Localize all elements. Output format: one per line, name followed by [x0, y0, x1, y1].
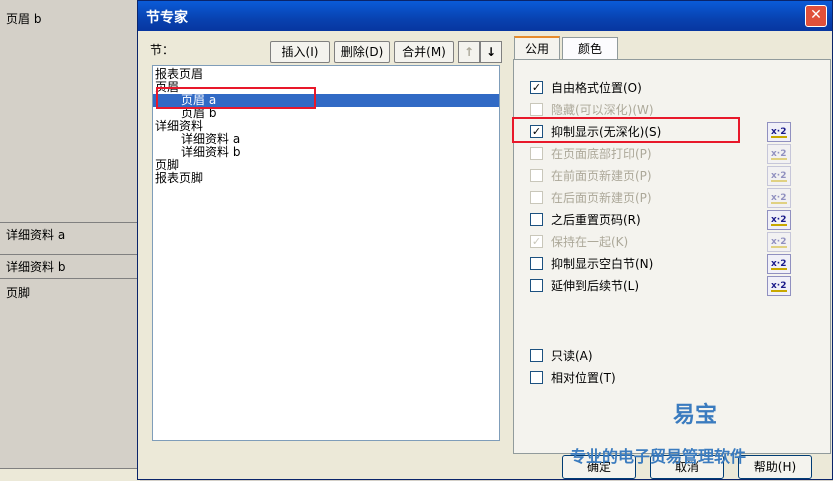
- option-label: 只读(A): [551, 348, 593, 363]
- option-label: 延伸到后续节(L): [551, 278, 640, 293]
- option-row[interactable]: 抑制显示空白节(N): [530, 254, 653, 272]
- option-label: 保持在一起(K): [551, 234, 629, 249]
- move-down-button[interactable]: ↓: [480, 41, 502, 63]
- option-checkbox[interactable]: [530, 212, 543, 226]
- formula-button[interactable]: x·2: [767, 210, 791, 230]
- svg-text:x·2: x·2: [771, 127, 787, 137]
- option-checkbox: [530, 190, 543, 204]
- svg-text:x·2: x·2: [771, 237, 787, 247]
- option-label: 在页面底部打印(P): [551, 146, 652, 161]
- section-detail-a[interactable]: 详细资料 a: [6, 226, 65, 243]
- formula-icon: x·2: [771, 149, 787, 160]
- option-checkbox: [530, 146, 543, 160]
- option-checkbox[interactable]: ✓: [530, 80, 543, 94]
- merge-button[interactable]: 合并(M): [394, 41, 454, 63]
- close-button[interactable]: ✕: [805, 5, 827, 27]
- option-row: 在后面页新建页(P): [530, 188, 652, 206]
- option-row: 在页面底部打印(P): [530, 144, 652, 162]
- svg-text:x·2: x·2: [771, 259, 787, 269]
- delete-button[interactable]: 删除(D): [334, 41, 390, 63]
- section-divider: [0, 222, 140, 223]
- tree-node[interactable]: 详细资料 b: [181, 146, 240, 159]
- option-row: 隐藏(可以深化)(W): [530, 100, 654, 118]
- arrow-down-icon: ↓: [485, 45, 497, 59]
- option-row[interactable]: 之后重置页码(R): [530, 210, 641, 228]
- formula-button[interactable]: x·2: [767, 122, 791, 142]
- formula-icon: x·2: [771, 193, 787, 204]
- sections-label: 节：: [150, 43, 175, 57]
- report-designer-section-column: 页眉 b 详细资料 a 详细资料 b 页脚: [0, 0, 140, 481]
- formula-button: x·2: [767, 166, 791, 186]
- section-detail-b[interactable]: 详细资料 b: [6, 258, 65, 275]
- section-footer[interactable]: 页脚: [6, 284, 30, 301]
- option-checkbox: [530, 102, 543, 116]
- section-expert-dialog: 节专家 ✕ 节： 插入(I) 删除(D) 合并(M) ↑ ↓ 报表页眉 页眉 页眉 …: [137, 0, 833, 480]
- option-row: ✓ 保持在一起(K): [530, 232, 628, 250]
- title-bar[interactable]: 节专家 ✕: [138, 1, 832, 31]
- close-icon: ✕: [810, 7, 822, 23]
- option-checkbox[interactable]: [530, 370, 543, 384]
- help-button[interactable]: 帮助(H): [738, 455, 812, 479]
- option-checkbox[interactable]: [530, 278, 543, 292]
- option-label: 隐藏(可以深化)(W): [551, 102, 654, 117]
- status-strip: [0, 468, 140, 481]
- section-divider: [0, 254, 140, 255]
- arrow-up-icon: ↑: [463, 45, 475, 59]
- formula-button[interactable]: x·2: [767, 254, 791, 274]
- highlight-box-option: [512, 117, 740, 143]
- section-header-b[interactable]: 页眉 b: [6, 10, 41, 27]
- option-label: 在前面页新建页(P): [551, 168, 652, 183]
- svg-text:x·2: x·2: [771, 149, 787, 159]
- option-row[interactable]: 只读(A): [530, 346, 593, 364]
- option-checkbox: [530, 168, 543, 182]
- cancel-button[interactable]: 取消: [650, 455, 724, 479]
- option-label: 在后面页新建页(P): [551, 190, 652, 205]
- formula-button: x·2: [767, 144, 791, 164]
- option-checkbox: ✓: [530, 234, 543, 248]
- dialog-title: 节专家: [146, 10, 188, 26]
- formula-icon: x·2: [771, 171, 787, 182]
- highlight-box-tree: [156, 87, 316, 109]
- tab-color[interactable]: 颜色: [562, 37, 618, 60]
- svg-text:x·2: x·2: [771, 281, 787, 291]
- formula-icon: x·2: [771, 259, 787, 270]
- option-row[interactable]: 相对位置(T): [530, 368, 616, 386]
- formula-icon: x·2: [771, 215, 787, 226]
- option-label: 抑制显示空白节(N): [551, 256, 654, 271]
- ok-button[interactable]: 确定: [562, 455, 636, 479]
- svg-text:x·2: x·2: [771, 171, 787, 181]
- option-checkbox[interactable]: [530, 256, 543, 270]
- move-up-button[interactable]: ↑: [458, 41, 480, 63]
- section-tree[interactable]: 报表页眉 页眉 页眉 a 页眉 b 详细资料 详细资料 a 详细资料 b 页脚 报表页脚: [152, 65, 500, 441]
- option-checkbox[interactable]: [530, 348, 543, 362]
- option-row[interactable]: 延伸到后续节(L): [530, 276, 639, 294]
- formula-button: x·2: [767, 232, 791, 252]
- option-label: 之后重置页码(R): [551, 212, 641, 227]
- formula-icon: x·2: [771, 281, 787, 292]
- svg-text:x·2: x·2: [771, 193, 787, 203]
- formula-button: x·2: [767, 188, 791, 208]
- option-row: 在前面页新建页(P): [530, 166, 652, 184]
- option-row[interactable]: ✓ 自由格式位置(O): [530, 78, 642, 96]
- tree-node[interactable]: 报表页脚: [155, 172, 203, 185]
- svg-text:x·2: x·2: [771, 215, 787, 225]
- formula-icon: x·2: [771, 127, 787, 138]
- option-label: 自由格式位置(O): [551, 80, 642, 95]
- section-divider: [0, 278, 140, 279]
- option-label: 相对位置(T): [551, 370, 616, 385]
- insert-button[interactable]: 插入(I): [270, 41, 330, 63]
- formula-icon: x·2: [771, 237, 787, 248]
- formula-button[interactable]: x·2: [767, 276, 791, 296]
